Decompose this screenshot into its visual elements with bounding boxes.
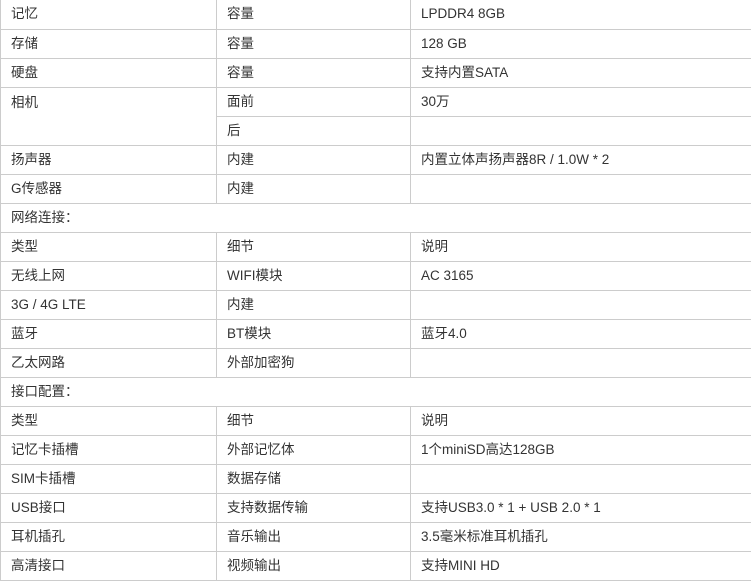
row-detail-cell: 容量	[217, 29, 411, 58]
row-type-cell: USB接口	[1, 493, 217, 522]
row-type-cell: 高清接口	[1, 551, 217, 580]
row-detail-cell: 支持数据传输	[217, 493, 411, 522]
section-title-network: 网络连接：	[1, 203, 751, 232]
row-type-cell: SIM卡插槽	[1, 464, 217, 493]
table-row: 无线上网 WIFI模块 AC 3165	[1, 261, 751, 290]
row-detail-cell: 后	[217, 116, 411, 145]
table-row: 高清接口 视频输出 支持MINI HD	[1, 551, 751, 580]
row-detail-cell: 容量	[217, 0, 411, 29]
row-description-cell: LPDDR4 8GB	[411, 0, 751, 29]
row-detail-cell: 内建	[217, 290, 411, 319]
column-header-type: 类型	[1, 232, 217, 261]
row-type-cell: 无线上网	[1, 261, 217, 290]
table-row: 扬声器 内建 内置立体声扬声器8R / 1.0W * 2	[1, 145, 751, 174]
row-type-cell: 扬声器	[1, 145, 217, 174]
table-row: 相机 面前 30万	[1, 87, 751, 116]
table-row: 硬盘 容量 支持内置SATA	[1, 58, 751, 87]
row-description-cell	[411, 348, 751, 377]
row-detail-cell: 面前	[217, 87, 411, 116]
row-detail-cell: 内建	[217, 174, 411, 203]
row-type-cell: 相机	[1, 87, 217, 145]
specification-table: 记忆 容量 LPDDR4 8GB 存储 容量 128 GB 硬盘 容量 支持内置…	[0, 0, 751, 581]
section-header-row-interface: 接口配置：	[1, 377, 751, 406]
row-description-cell: 1个miniSD高达128GB	[411, 435, 751, 464]
row-description-cell	[411, 174, 751, 203]
row-description-cell: 3.5毫米标准耳机插孔	[411, 522, 751, 551]
row-detail-cell: WIFI模块	[217, 261, 411, 290]
row-description-cell: 支持MINI HD	[411, 551, 751, 580]
column-header-row-interface: 类型 细节 说明	[1, 406, 751, 435]
row-detail-cell: 外部记忆体	[217, 435, 411, 464]
row-description-cell	[411, 116, 751, 145]
row-description-cell: 30万	[411, 87, 751, 116]
column-header-description: 说明	[411, 406, 751, 435]
table-row: USB接口 支持数据传输 支持USB3.0 * 1 + USB 2.0 * 1	[1, 493, 751, 522]
column-header-detail: 细节	[217, 406, 411, 435]
row-description-cell: 支持USB3.0 * 1 + USB 2.0 * 1	[411, 493, 751, 522]
row-detail-cell: 数据存储	[217, 464, 411, 493]
column-header-description: 说明	[411, 232, 751, 261]
row-type-cell: G传感器	[1, 174, 217, 203]
row-type-cell: 乙太网路	[1, 348, 217, 377]
row-detail-cell: 内建	[217, 145, 411, 174]
row-description-cell	[411, 290, 751, 319]
row-detail-cell: 音乐输出	[217, 522, 411, 551]
section-header-row-network: 网络连接：	[1, 203, 751, 232]
table-row: 蓝牙 BT模块 蓝牙4.0	[1, 319, 751, 348]
specification-table-body: 记忆 容量 LPDDR4 8GB 存储 容量 128 GB 硬盘 容量 支持内置…	[1, 0, 751, 580]
row-description-cell: 内置立体声扬声器8R / 1.0W * 2	[411, 145, 751, 174]
table-row: 存储 容量 128 GB	[1, 29, 751, 58]
column-header-type: 类型	[1, 406, 217, 435]
row-type-cell: 耳机插孔	[1, 522, 217, 551]
section-title-interface: 接口配置：	[1, 377, 751, 406]
table-row: SIM卡插槽 数据存储	[1, 464, 751, 493]
row-description-cell: 蓝牙4.0	[411, 319, 751, 348]
row-type-cell: 存储	[1, 29, 217, 58]
row-detail-cell: 外部加密狗	[217, 348, 411, 377]
table-row: 记忆 容量 LPDDR4 8GB	[1, 0, 751, 29]
row-type-cell: 3G / 4G LTE	[1, 290, 217, 319]
row-detail-cell: 容量	[217, 58, 411, 87]
row-description-cell: AC 3165	[411, 261, 751, 290]
row-type-cell: 硬盘	[1, 58, 217, 87]
column-header-row-network: 类型 细节 说明	[1, 232, 751, 261]
row-detail-cell: 视频输出	[217, 551, 411, 580]
table-row: 3G / 4G LTE 内建	[1, 290, 751, 319]
row-type-cell: 记忆	[1, 0, 217, 29]
table-row: G传感器 内建	[1, 174, 751, 203]
row-description-cell: 128 GB	[411, 29, 751, 58]
row-description-cell: 支持内置SATA	[411, 58, 751, 87]
row-type-cell: 记忆卡插槽	[1, 435, 217, 464]
row-detail-cell: BT模块	[217, 319, 411, 348]
table-row: 记忆卡插槽 外部记忆体 1个miniSD高达128GB	[1, 435, 751, 464]
column-header-detail: 细节	[217, 232, 411, 261]
table-row: 耳机插孔 音乐输出 3.5毫米标准耳机插孔	[1, 522, 751, 551]
row-description-cell	[411, 464, 751, 493]
row-type-cell: 蓝牙	[1, 319, 217, 348]
table-row: 乙太网路 外部加密狗	[1, 348, 751, 377]
